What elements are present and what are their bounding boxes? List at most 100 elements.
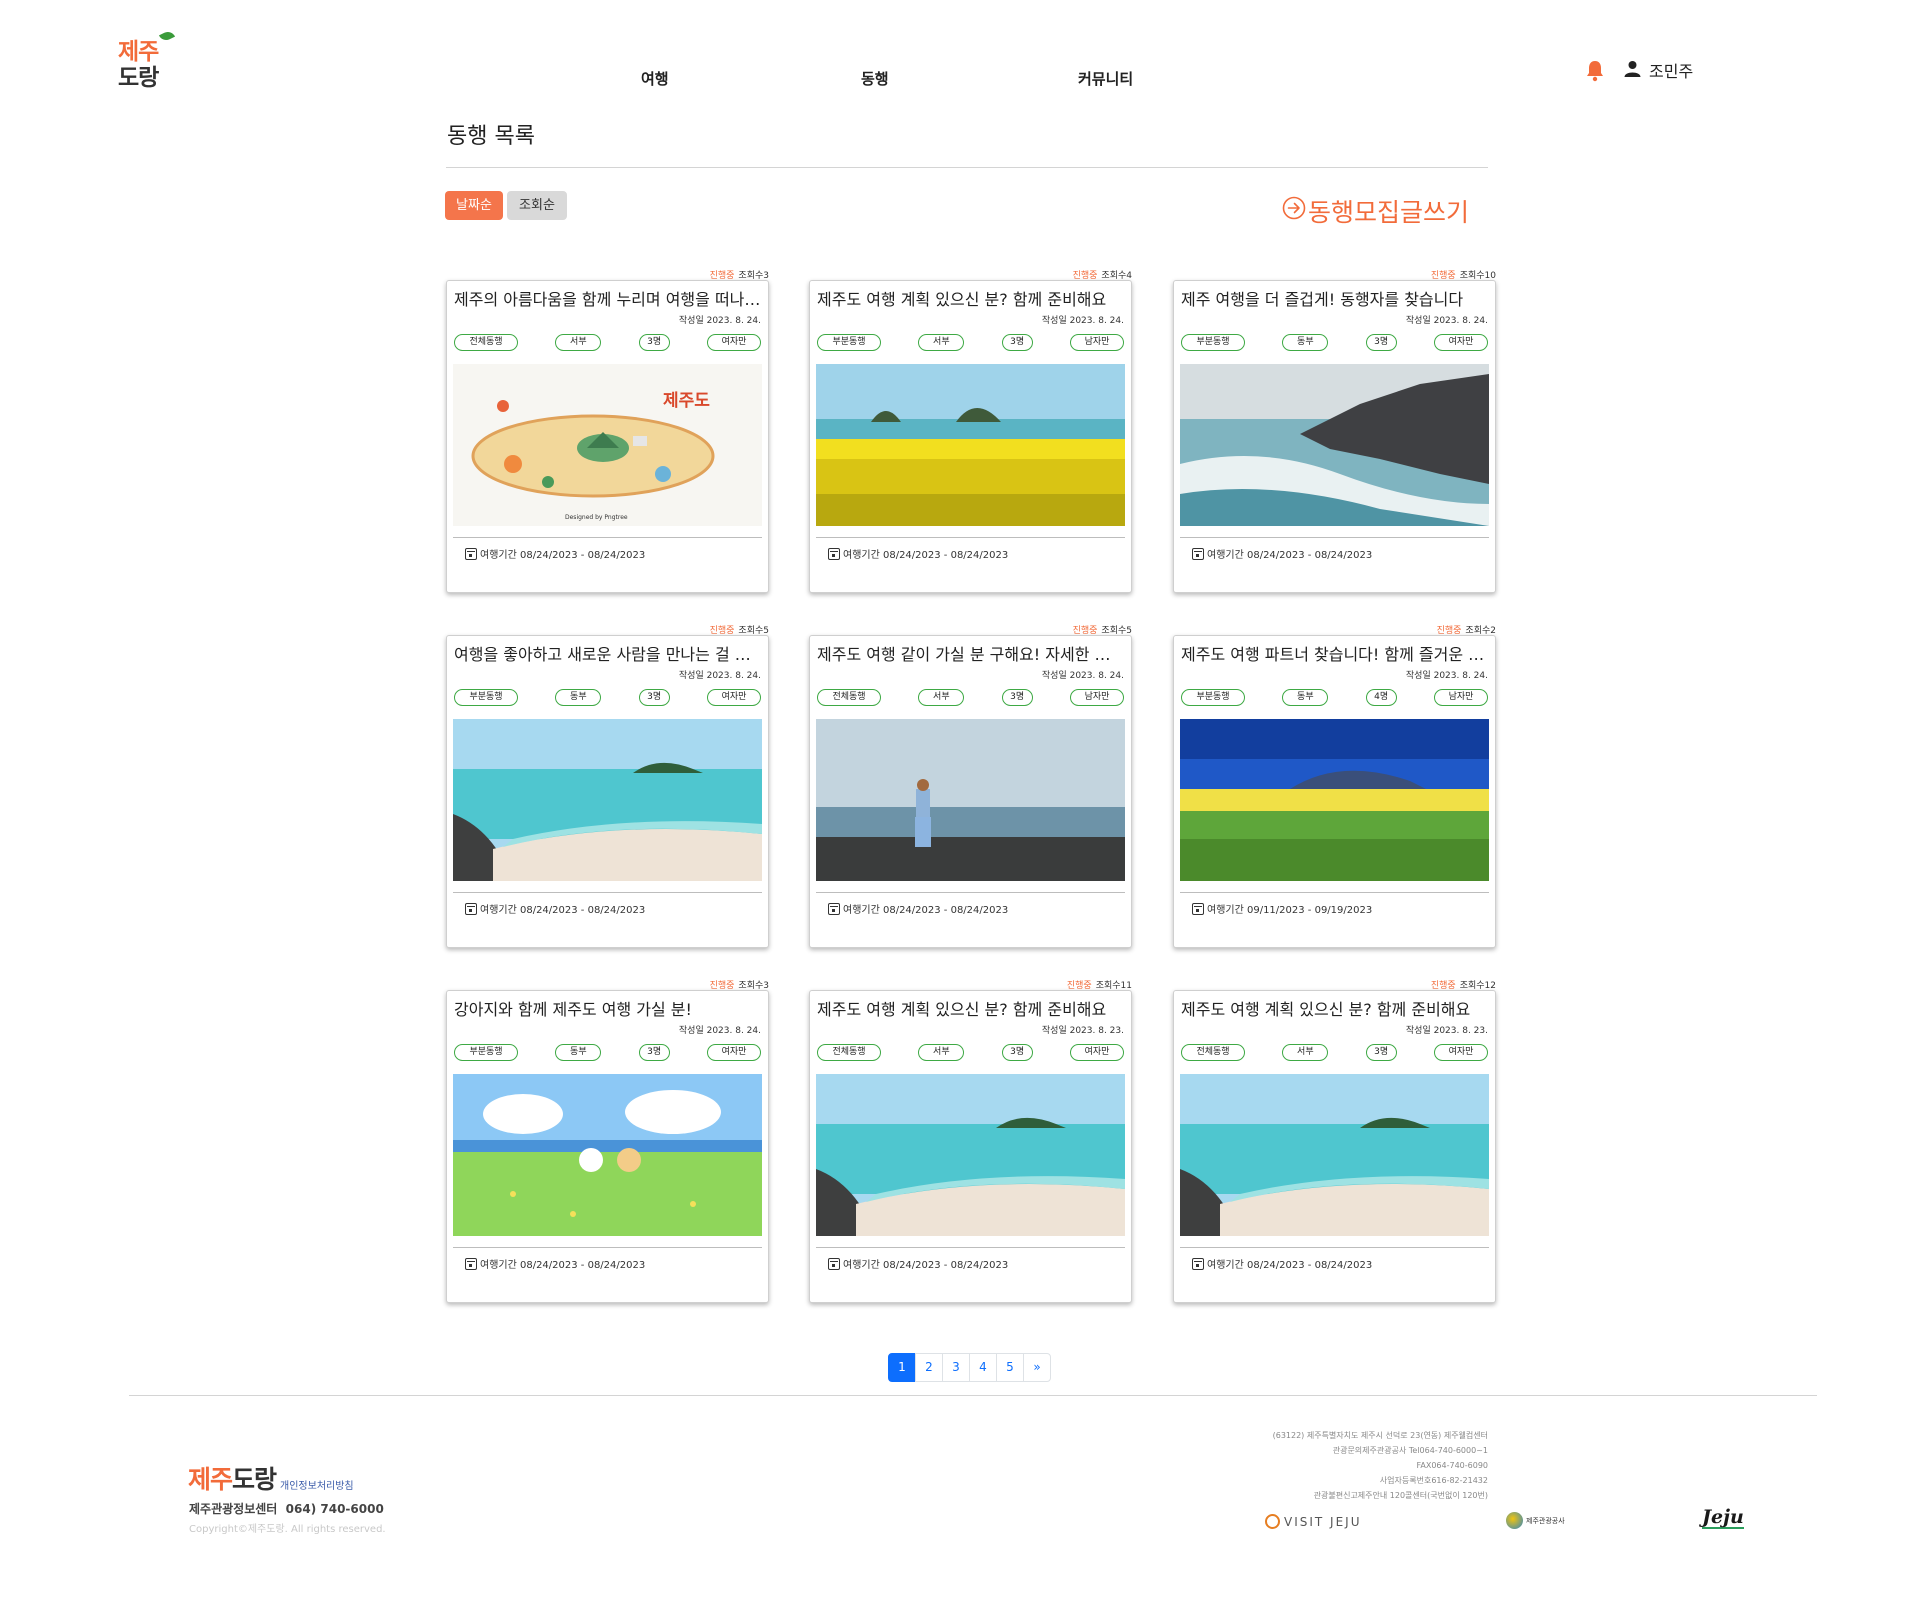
post-image [816, 364, 1125, 526]
page-button-1[interactable]: 1 [888, 1353, 916, 1382]
travel-period-text: 여행기간 08/24/2023 - 08/24/2023 [480, 550, 646, 561]
travel-period-text: 여행기간 08/24/2023 - 08/24/2023 [843, 550, 1009, 561]
post-card-body[interactable]: 강아지와 함께 제주도 여행 가실 분! 작성일 2023. 8. 24. 부분동행… [446, 990, 769, 1303]
bell-icon[interactable] [1586, 60, 1604, 82]
post-date: 작성일 2023. 8. 24. [1405, 316, 1488, 326]
page-button-4[interactable]: 4 [969, 1353, 997, 1382]
footer-logo-a: 제주 [188, 1465, 233, 1494]
post-image [1180, 719, 1489, 881]
travel-period: 여행기간 08/24/2023 - 08/24/2023 [1192, 1256, 1372, 1271]
post-date: 작성일 2023. 8. 23. [1041, 1026, 1124, 1036]
post-image [453, 719, 762, 881]
post-image: 제주도 Designed by Pngtree [453, 364, 762, 526]
tag-people: 3명 [638, 1044, 670, 1061]
user-name: 조민주 [1649, 62, 1694, 81]
post-card-body[interactable]: 제주 여행을 더 즐겁게! 동행자를 찾습니다 작성일 2023. 8. 24. 부… [1173, 280, 1496, 593]
nav-item-community[interactable]: 커뮤니티 [1078, 68, 1133, 89]
post-title: 제주도 여행 계획 있으신 분? 함께 준비해요 [817, 1000, 1107, 1019]
page-button-2[interactable]: 2 [915, 1353, 943, 1382]
tag-gender: 여자만 [706, 1044, 761, 1061]
visit-jeju-logo[interactable]: VISIT JEJU [1265, 1514, 1362, 1529]
write-post-button[interactable]: 동행모집글쓰기 [1282, 193, 1469, 229]
tag-list: 전체동행 서부 3명 남자만 [817, 689, 1124, 706]
tag-region: 동부 [555, 1044, 602, 1061]
travel-period-text: 여행기간 08/24/2023 - 08/24/2023 [843, 1260, 1009, 1271]
post-card-body[interactable]: 제주도 여행 계획 있으신 분? 함께 준비해요작성일 2023. 8. 23.… [809, 990, 1132, 1303]
footer-logo: 제주 도랑 개인정보처리방침 [188, 1460, 354, 1496]
post-card-body[interactable]: 제주도 여행 계획 있으신 분? 함께 준비해요 작성일 2023. 8. 24.… [809, 280, 1132, 593]
footer-address: (63122) 제주특별자치도 제주시 선덕로 23(연동) 제주웰컴센터 관광… [1273, 1428, 1488, 1503]
footer-logo-b: 도랑 [232, 1465, 277, 1494]
tag-list: 부분동행 동부 3명 여자만 [454, 1044, 761, 1061]
travel-period-text: 여행기간 08/24/2023 - 08/24/2023 [480, 905, 646, 916]
calendar-icon [465, 1257, 477, 1270]
sort-by-views-button[interactable]: 조회순 [507, 191, 567, 220]
post-date: 작성일 2023. 8. 24. [1041, 671, 1124, 681]
footer-address-line: FAX064-740-6090 [1416, 1461, 1489, 1470]
brand-logo[interactable]: 제주 도랑 [116, 29, 176, 91]
card-divider [1180, 1247, 1489, 1248]
tag-companion-type: 전체동행 [817, 1044, 881, 1061]
travel-period: 여행기간 08/24/2023 - 08/24/2023 [828, 546, 1008, 561]
tag-region: 동부 [555, 689, 602, 706]
post-date: 작성일 2023. 8. 24. [678, 1026, 761, 1036]
post-title: 제주도 여행 계획 있으신 분? 함께 준비해요 [1181, 1000, 1471, 1019]
jeju-tourism-logo[interactable]: 제주관광공사 [1506, 1512, 1565, 1529]
jeju-tourism-label: 제주관광공사 [1526, 1516, 1565, 1525]
travel-period: 여행기간 08/24/2023 - 08/24/2023 [1192, 546, 1372, 561]
jeju-city-logo[interactable]: Jeju [1702, 1507, 1744, 1529]
post-card-body[interactable]: 제주도 여행 파트너 찾습니다! 함께 즐거운 추억을 작성일 2023. 8. … [1173, 635, 1496, 948]
tag-gender: 여자만 [706, 334, 761, 351]
footer-divider [129, 1395, 1817, 1396]
calendar-icon [1192, 1257, 1204, 1270]
brand-logo-line2: 도랑 [118, 65, 159, 91]
tag-list: 전체동행 서부 3명 여자만 [1181, 1044, 1488, 1061]
page-button-5[interactable]: 5 [996, 1353, 1024, 1382]
post-card-body[interactable]: 제주의 아름다움을 함께 누리며 여행을 떠나요! 작성일 2023. 8. 24… [446, 280, 769, 593]
page-button-3[interactable]: 3 [942, 1353, 970, 1382]
travel-period-text: 여행기간 08/24/2023 - 08/24/2023 [1207, 1260, 1373, 1271]
calendar-icon [1192, 547, 1204, 560]
post-title: 강아지와 함께 제주도 여행 가실 분! [454, 1000, 692, 1019]
travel-period: 여행기간 08/24/2023 - 08/24/2023 [828, 1256, 1008, 1271]
tag-people: 4명 [1365, 689, 1397, 706]
post-date: 작성일 2023. 8. 23. [1405, 1026, 1488, 1036]
tag-list: 부분동행 동부 4명 남자만 [1181, 689, 1488, 706]
privacy-policy-link[interactable]: 개인정보처리방침 [280, 1477, 354, 1492]
footer-copyright: Copyright©제주도랑. All rights reserved. [189, 1524, 386, 1535]
card-divider [816, 892, 1125, 893]
tag-region: 동부 [1282, 334, 1329, 351]
visit-jeju-icon [1265, 1514, 1280, 1529]
arrow-circle-right-icon [1282, 196, 1306, 226]
post-card-body[interactable]: 여행을 좋아하고 새로운 사람을 만나는 걸 좋아해요 작성일 2023. 8. … [446, 635, 769, 948]
tag-people: 3명 [638, 334, 670, 351]
post-title: 여행을 좋아하고 새로운 사람을 만나는 걸 좋아해요 [454, 645, 762, 664]
tag-gender: 여자만 [1433, 334, 1488, 351]
tag-companion-type: 부분동행 [1181, 334, 1245, 351]
travel-period: 여행기간 09/11/2023 - 09/19/2023 [1192, 901, 1372, 916]
post-image [816, 719, 1125, 881]
calendar-icon [465, 547, 477, 560]
calendar-icon [828, 1257, 840, 1270]
tag-companion-type: 부분동행 [817, 334, 881, 351]
post-image [1180, 1074, 1489, 1236]
title-divider [446, 167, 1488, 168]
tag-people: 3명 [1365, 334, 1397, 351]
sort-by-date-button[interactable]: 날짜순 [445, 191, 503, 220]
post-title: 제주의 아름다움을 함께 누리며 여행을 떠나요! [454, 290, 762, 309]
tag-companion-type: 부분동행 [1181, 689, 1245, 706]
nav-item-companion[interactable]: 동행 [861, 68, 889, 89]
nav-item-travel[interactable]: 여행 [641, 68, 669, 89]
user-menu[interactable]: 조민주 [1624, 58, 1693, 82]
post-card-body[interactable]: 제주도 여행 계획 있으신 분? 함께 준비해요작성일 2023. 8. 23.… [1173, 990, 1496, 1303]
footer-address-line: (63122) 제주특별자치도 제주시 선덕로 23(연동) 제주웰컴센터 [1272, 1431, 1488, 1440]
post-card-body[interactable]: 제주도 여행 같이 가실 분 구해요! 자세한 내용은 작성일 2023. 8. … [809, 635, 1132, 948]
calendar-icon [828, 902, 840, 915]
tag-companion-type: 전체동행 [454, 334, 518, 351]
post-image [816, 1074, 1125, 1236]
page-next-button[interactable]: » [1023, 1353, 1051, 1382]
travel-period: 여행기간 08/24/2023 - 08/24/2023 [465, 1256, 645, 1271]
card-divider [816, 537, 1125, 538]
calendar-icon [828, 547, 840, 560]
tag-people: 3명 [1001, 689, 1033, 706]
